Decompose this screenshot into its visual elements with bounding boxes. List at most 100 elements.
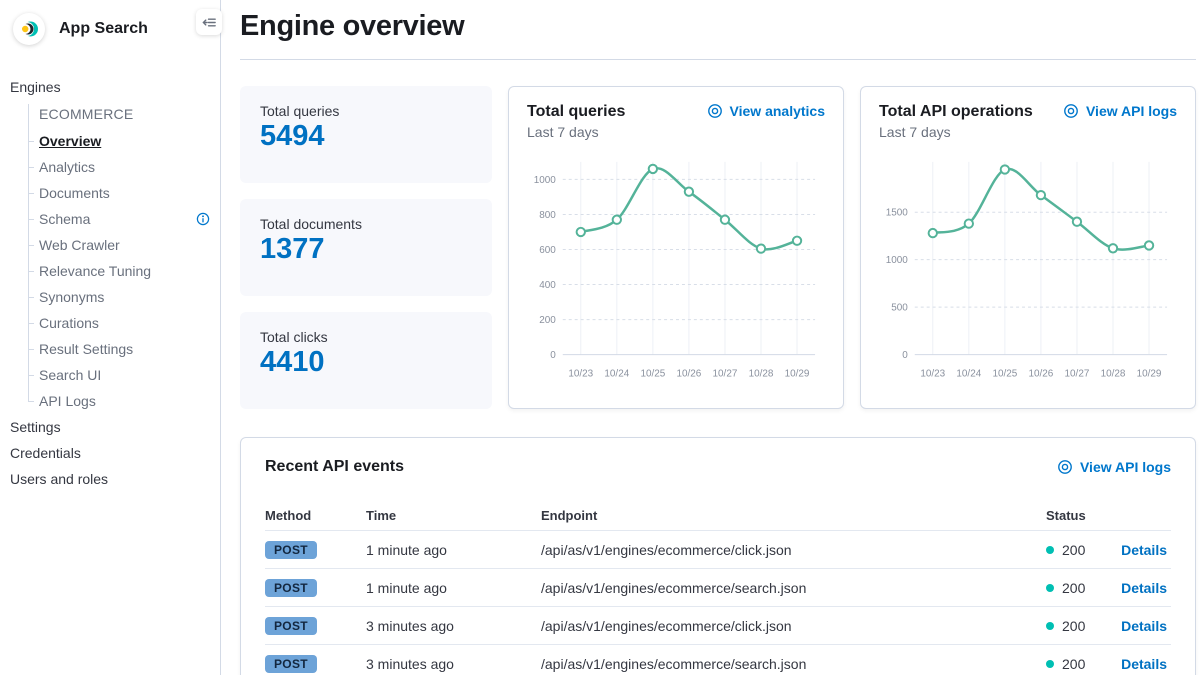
view-api-logs-link[interactable]: View API logs [1063,103,1177,119]
svg-text:10/27: 10/27 [1065,368,1090,379]
engine-tree: ECOMMERCE Overview Analytics Documents S… [28,100,220,414]
status-code: 200 [1062,580,1085,596]
svg-text:200: 200 [539,315,556,326]
total-api-operations-chart: 05001000150010/2310/2410/2510/2610/2710/… [879,148,1177,384]
api-events-table: Method Time Endpoint Status POST 1 minut… [265,500,1171,675]
sidebar-item-documents[interactable]: Documents [28,180,220,206]
total-queries-chart: 0200400600800100010/2310/2410/2510/2610/… [527,148,825,384]
svg-text:0: 0 [902,350,908,361]
total-queries-stat-card: Total queries 5494 [240,86,492,183]
total-documents-stat-card: Total documents 1377 [240,199,492,296]
status-dot-icon [1046,584,1054,592]
total-queries-card: Total queries Last 7 days View analytics [508,86,844,409]
svg-text:10/27: 10/27 [713,368,738,379]
details-link[interactable]: Details [1109,580,1171,596]
endpoint-cell: /api/as/v1/engines/ecommerce/search.json [541,580,1046,596]
svg-text:800: 800 [539,210,556,221]
events-title: Recent API events [265,458,404,476]
status-dot-icon [1046,622,1054,630]
details-link[interactable]: Details [1109,542,1171,558]
sidebar-header: App Search [0,0,220,50]
link-label: View analytics [730,103,825,119]
stat-value: 5494 [260,120,472,153]
chart-subtitle: Last 7 days [527,124,625,140]
svg-text:10/25: 10/25 [992,368,1017,379]
svg-text:10/28: 10/28 [1101,368,1126,379]
stats-column: Total queries 5494 Total documents 1377 … [240,86,492,409]
view-analytics-link[interactable]: View analytics [707,103,825,119]
sidebar-item-engines[interactable]: Engines [10,74,220,100]
link-label: View API logs [1086,103,1177,119]
table-row: POST 3 minutes ago /api/as/v1/engines/ec… [265,606,1171,644]
page-divider [240,59,1196,60]
chart-title: Total API operations [879,103,1033,121]
status-code: 200 [1062,656,1085,672]
svg-text:10/26: 10/26 [1028,368,1053,379]
svg-text:500: 500 [891,303,908,314]
sidebar-item-schema[interactable]: Schema [28,206,220,232]
page-title: Engine overview [240,10,1196,43]
collapse-sidebar-button[interactable] [196,9,222,35]
menu-left-icon [202,15,217,30]
time-cell: 1 minute ago [366,542,541,558]
overview-top-row: Total queries 5494 Total documents 1377 … [240,86,1196,409]
sidebar-item-analytics[interactable]: Analytics [28,154,220,180]
status-dot-icon [1046,660,1054,668]
svg-text:10/29: 10/29 [1137,368,1162,379]
details-link[interactable]: Details [1109,618,1171,634]
method-badge: POST [265,579,317,597]
sidebar: App Search Engines ECOMMERCE Overview [0,0,221,675]
sidebar-item-credentials[interactable]: Credentials [10,440,220,466]
app-search-logo-icon [13,13,45,45]
sidebar-item-users-and-roles[interactable]: Users and roles [10,466,220,492]
time-cell: 3 minutes ago [366,656,541,672]
time-cell: 1 minute ago [366,580,541,596]
stat-label: Total clicks [260,329,472,345]
total-clicks-stat-card: Total clicks 4410 [240,312,492,409]
svg-text:10/29: 10/29 [785,368,810,379]
endpoint-cell: /api/as/v1/engines/ecommerce/search.json [541,656,1046,672]
table-row: POST 1 minute ago /api/as/v1/engines/eco… [265,568,1171,606]
total-api-operations-card: Total API operations Last 7 days View AP… [860,86,1196,409]
sidebar-item-web-crawler[interactable]: Web Crawler [28,232,220,258]
svg-text:1000: 1000 [886,255,909,266]
sidebar-item-label: Schema [39,211,90,227]
svg-text:10/24: 10/24 [604,368,629,379]
sidebar-item-synonyms[interactable]: Synonyms [28,284,220,310]
table-row: POST 1 minute ago /api/as/v1/engines/eco… [265,530,1171,568]
link-label: View API logs [1080,459,1171,475]
info-icon[interactable] [196,212,210,226]
recent-api-events-card: Recent API events View API logs Method T… [240,437,1196,675]
main-content: Engine overview Total queries 5494 Total… [221,0,1200,675]
endpoint-cell: /api/as/v1/engines/ecommerce/click.json [541,542,1046,558]
sidebar-item-curations[interactable]: Curations [28,310,220,336]
svg-text:0: 0 [550,350,556,361]
endpoint-cell: /api/as/v1/engines/ecommerce/click.json [541,618,1046,634]
chart-subtitle: Last 7 days [879,124,1033,140]
sidebar-item-result-settings[interactable]: Result Settings [28,336,220,362]
sidebar-item-settings[interactable]: Settings [10,414,220,440]
sidebar-item-api-logs[interactable]: API Logs [28,388,220,414]
svg-text:1000: 1000 [534,175,557,186]
sidebar-item-search-ui[interactable]: Search UI [28,362,220,388]
status-dot-icon [1046,546,1054,554]
sidebar-item-overview[interactable]: Overview [28,128,220,154]
sidebar-nav: Engines ECOMMERCE Overview Analytics Doc… [0,50,220,492]
view-api-logs-link-events[interactable]: View API logs [1057,459,1171,475]
col-status: Status [1046,508,1109,523]
svg-text:400: 400 [539,280,556,291]
status-code: 200 [1062,618,1085,634]
stat-value: 4410 [260,346,472,379]
details-link[interactable]: Details [1109,656,1171,672]
svg-text:600: 600 [539,245,556,256]
table-row: POST 3 minutes ago /api/as/v1/engines/ec… [265,644,1171,675]
stat-label: Total documents [260,216,472,232]
stat-label: Total queries [260,103,472,119]
sidebar-item-ecommerce[interactable]: ECOMMERCE [28,100,220,128]
sidebar-item-relevance-tuning[interactable]: Relevance Tuning [28,258,220,284]
svg-text:10/26: 10/26 [676,368,701,379]
svg-text:1500: 1500 [886,208,909,219]
events-header: Recent API events View API logs [265,458,1171,476]
chart-title: Total queries [527,103,625,121]
chart-header: Total queries Last 7 days View analytics [527,103,825,140]
